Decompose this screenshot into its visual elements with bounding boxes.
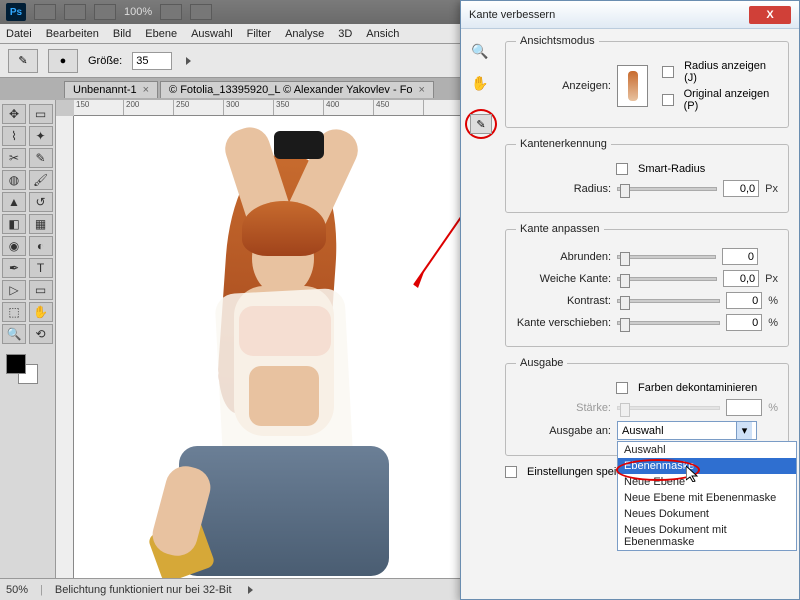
edge-detection-group: Kantenerkennung Smart-Radius Radius: Px — [505, 138, 789, 213]
status-message: Belichtung funktioniert nur bei 32-Bit — [55, 584, 232, 596]
show-radius-checkbox[interactable] — [662, 66, 674, 78]
image-content — [124, 126, 444, 566]
refine-radius-tool[interactable]: ✎ — [470, 114, 492, 134]
marquee-tool[interactable]: ▭ — [29, 104, 53, 124]
shift-slider[interactable] — [617, 321, 720, 325]
view-mode-group: Ansichtsmodus Anzeigen: Radius anzeigen … — [505, 35, 789, 128]
brush-tool[interactable]: 🖌 — [29, 170, 53, 190]
hand-icon[interactable]: ✋ — [469, 73, 491, 93]
size-label: Größe: — [88, 55, 122, 67]
dd-option-ebenenmaske[interactable]: Ebenenmaske — [618, 458, 796, 474]
pen-tool[interactable]: ✒ — [2, 258, 26, 278]
dd-option-neues-dokument-maske[interactable]: Neues Dokument mit Ebenenmaske — [618, 522, 796, 550]
zoom-level[interactable]: 100% — [124, 6, 152, 18]
menu-ansicht[interactable]: Ansich — [366, 28, 399, 40]
rotate-tool[interactable]: ⟲ — [29, 324, 53, 344]
doc-tab-1[interactable]: Unbenannt-1× — [64, 81, 158, 98]
move-tool[interactable]: ✥ — [2, 104, 26, 124]
size-stepper-icon[interactable] — [186, 57, 191, 65]
dd-option-neues-dokument[interactable]: Neues Dokument — [618, 506, 796, 522]
brush-size-input[interactable] — [132, 52, 172, 70]
dialog-side-tools: 🔍 ✋ — [469, 41, 491, 93]
refine-edge-dialog: Kante verbessern X 🔍 ✋ ✎ Ansichtsmodus A… — [460, 0, 800, 600]
menu-datei[interactable]: Datei — [6, 28, 32, 40]
ps-logo-icon: Ps — [6, 3, 26, 21]
hand-tool[interactable]: ✋ — [29, 302, 53, 322]
history-brush-tool[interactable]: ↺ — [29, 192, 53, 212]
bridge-button[interactable] — [34, 4, 56, 20]
type-tool[interactable]: T — [29, 258, 53, 278]
status-zoom[interactable]: 50% — [6, 584, 28, 596]
screen-mode-button[interactable] — [94, 4, 116, 20]
show-label: Anzeigen: — [516, 80, 611, 92]
radius-slider[interactable] — [617, 187, 717, 191]
smart-radius-checkbox[interactable] — [616, 163, 628, 175]
dd-option-neue-ebene[interactable]: Neue Ebene — [618, 474, 796, 490]
3d-tool[interactable]: ⬚ — [2, 302, 26, 322]
crop-tool[interactable]: ✂ — [2, 148, 26, 168]
eraser-tool[interactable]: ◧ — [2, 214, 26, 234]
dialog-title: Kante verbessern — [469, 9, 555, 21]
close-button[interactable]: X — [749, 6, 791, 24]
dodge-tool[interactable]: ◐ — [29, 236, 53, 256]
active-tool-icon[interactable]: ✎ — [8, 49, 38, 73]
menu-filter[interactable]: Filter — [247, 28, 271, 40]
eyedropper-tool[interactable]: ✎ — [29, 148, 53, 168]
tools-panel: ✥ ▭ ⌇ ✦ ✂ ✎ ◍ 🖌 ▲ ↺ ◧ ▦ ◉ ◐ ✒ T ▷ ▭ ⬚ ✋ … — [0, 100, 56, 578]
view-preview-picker[interactable] — [617, 65, 648, 107]
zoom-icon[interactable]: 🔍 — [469, 41, 491, 61]
contrast-input[interactable] — [726, 292, 762, 309]
smooth-input[interactable] — [722, 248, 758, 265]
close-icon[interactable]: × — [143, 84, 149, 96]
foreground-color-icon[interactable] — [6, 354, 26, 374]
lasso-tool[interactable]: ⌇ — [2, 126, 26, 146]
arrange-button[interactable] — [160, 4, 182, 20]
shift-input[interactable] — [726, 314, 762, 331]
gradient-tool[interactable]: ▦ — [29, 214, 53, 234]
document-canvas[interactable] — [74, 116, 514, 578]
annotation-circle: ✎ — [465, 109, 497, 139]
output-group: Ausgabe Farben dekontaminieren Stärke:% … — [505, 357, 789, 456]
dd-option-auswahl[interactable]: Auswahl — [618, 442, 796, 458]
dialog-titlebar[interactable]: Kante verbessern X — [461, 1, 799, 29]
show-original-checkbox[interactable] — [662, 94, 673, 106]
close-icon[interactable]: × — [419, 84, 425, 96]
menu-auswahl[interactable]: Auswahl — [191, 28, 233, 40]
feather-input[interactable] — [723, 270, 759, 287]
output-to-select[interactable]: Auswahl ▾ Auswahl Ebenenmaske Neue Ebene… — [617, 421, 757, 440]
minibridge-button[interactable] — [64, 4, 86, 20]
wand-tool[interactable]: ✦ — [29, 126, 53, 146]
color-swatch[interactable] — [2, 352, 53, 386]
status-flyout-icon[interactable] — [248, 586, 253, 594]
radius-input[interactable] — [723, 180, 759, 197]
menu-ebene[interactable]: Ebene — [145, 28, 177, 40]
shape-tool[interactable]: ▭ — [29, 280, 53, 300]
output-dropdown: Auswahl Ebenenmaske Neue Ebene Neue Eben… — [617, 441, 797, 551]
smooth-slider[interactable] — [617, 255, 716, 259]
menu-bild[interactable]: Bild — [113, 28, 131, 40]
remember-settings-checkbox[interactable] — [505, 466, 517, 478]
menu-bearbeiten[interactable]: Bearbeiten — [46, 28, 99, 40]
heal-tool[interactable]: ◍ — [2, 170, 26, 190]
stamp-tool[interactable]: ▲ — [2, 192, 26, 212]
dd-option-neue-ebene-maske[interactable]: Neue Ebene mit Ebenenmaske — [618, 490, 796, 506]
contrast-slider[interactable] — [617, 299, 720, 303]
decontaminate-checkbox[interactable] — [616, 382, 628, 394]
amount-input — [726, 399, 762, 416]
brush-preset-picker[interactable]: ● — [48, 49, 78, 73]
amount-slider — [617, 406, 720, 410]
feather-slider[interactable] — [617, 277, 717, 281]
extras-button[interactable] — [190, 4, 212, 20]
ruler-vertical — [56, 116, 74, 578]
cursor-icon — [686, 466, 698, 482]
blur-tool[interactable]: ◉ — [2, 236, 26, 256]
menu-3d[interactable]: 3D — [338, 28, 352, 40]
menu-analyse[interactable]: Analyse — [285, 28, 324, 40]
path-select-tool[interactable]: ▷ — [2, 280, 26, 300]
adjust-edge-group: Kante anpassen Abrunden: Weiche Kante:Px… — [505, 223, 789, 347]
zoom-tool[interactable]: 🔍 — [2, 324, 26, 344]
doc-tab-2[interactable]: © Fotolia_13395920_L © Alexander Yakovle… — [160, 81, 434, 98]
chevron-down-icon[interactable]: ▾ — [736, 422, 752, 439]
